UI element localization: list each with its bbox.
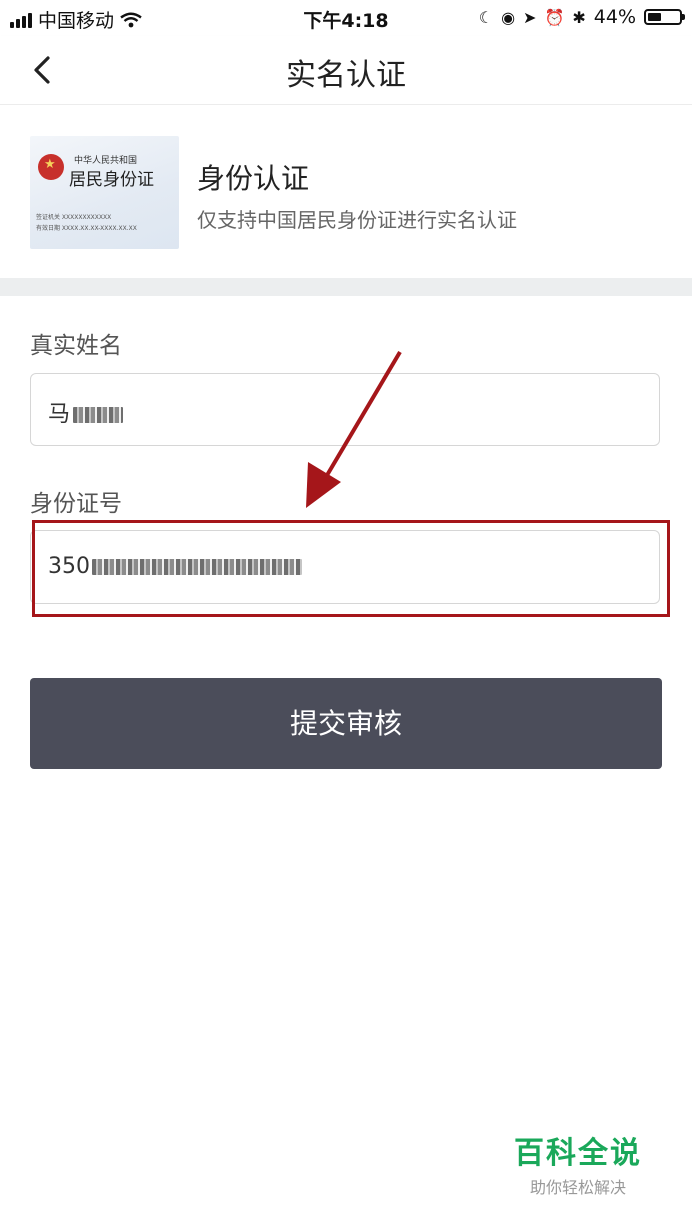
page-title: 实名认证: [286, 58, 406, 93]
id-card-line-1: 签证机关 XXXXXXXXXXXX: [36, 214, 112, 221]
orientation-lock-icon: ◉: [501, 7, 516, 27]
national-emblem-icon: [38, 154, 64, 180]
name-input[interactable]: 马: [30, 373, 660, 446]
battery-icon: [644, 9, 685, 25]
blurred-name: [73, 407, 124, 423]
id-number-label: 身份证号: [30, 491, 122, 517]
submit-button[interactable]: 提交审核: [30, 678, 662, 769]
location-icon: ➤: [523, 7, 537, 27]
watermark-title: 百科全说: [514, 1136, 642, 1171]
id-number-input[interactable]: 350: [30, 530, 660, 604]
status-bar: 中国移动 下午4:18 ☾ ◉ ➤ ⏰ ✱ 44%: [0, 0, 692, 36]
id-card-line-2: 有效日期 XXXX.XX.XX-XXXX.XX.XX: [36, 225, 137, 232]
nav-bar: 实名认证: [0, 36, 692, 105]
id-auth-subtitle: 仅支持中国居民身份证进行实名认证: [197, 208, 517, 232]
name-label: 真实姓名: [30, 333, 122, 359]
id-card-section: 中华人民共和国 居民身份证 签证机关 XXXXXXXXXXXX 有效日期 XXX…: [0, 105, 692, 278]
id-card-image: 中华人民共和国 居民身份证 签证机关 XXXXXXXXXXXX 有效日期 XXX…: [30, 136, 179, 249]
watermark: 百科全说 助你轻松解决: [514, 1128, 642, 1198]
name-value: 马: [48, 402, 71, 427]
battery-percent: 44%: [593, 6, 636, 28]
blurred-id-number: [92, 559, 302, 575]
bluetooth-icon: ✱: [572, 7, 586, 27]
watermark-subtitle: 助你轻松解决: [529, 1178, 626, 1197]
moon-icon: ☾: [478, 7, 494, 27]
status-right: ☾ ◉ ➤ ⏰ ✱ 44%: [478, 6, 685, 28]
id-card-big-title: 居民身份证: [69, 170, 154, 190]
alarm-icon: ⏰: [544, 7, 565, 27]
id-number-value: 350: [48, 554, 90, 579]
id-auth-title: 身份认证: [197, 162, 310, 195]
section-divider: [0, 278, 692, 296]
